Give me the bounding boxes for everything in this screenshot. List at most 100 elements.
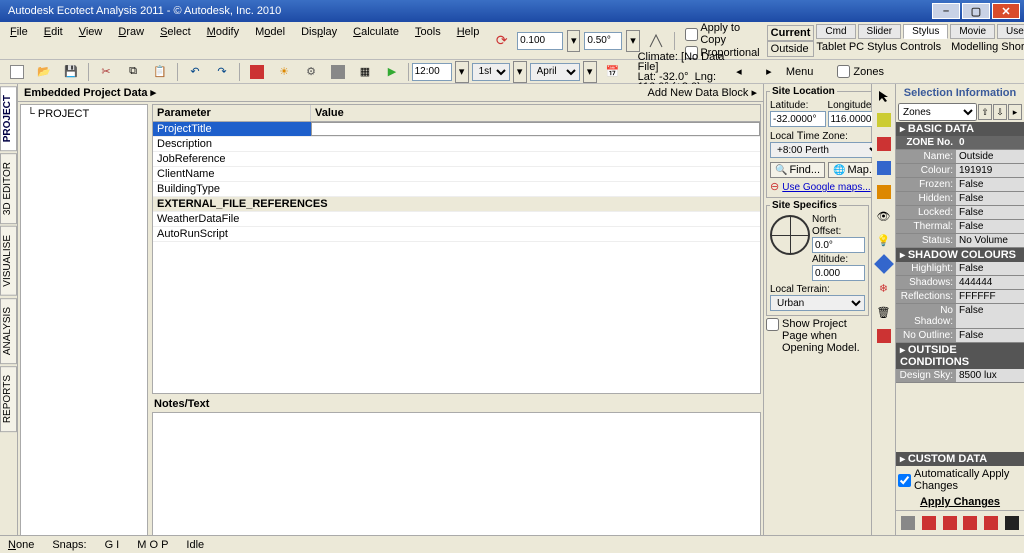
- row-client[interactable]: ClientName: [153, 167, 760, 182]
- show-project-check[interactable]: Show Project Page when Opening Model.: [766, 318, 869, 354]
- row-status[interactable]: Status:No Volume: [896, 234, 1024, 248]
- calc-icon[interactable]: [245, 61, 269, 83]
- row-buildingtype[interactable]: BuildingType: [153, 182, 760, 197]
- vtab-3d-editor[interactable]: 3D EDITOR: [0, 153, 17, 224]
- row-design-sky[interactable]: Design Sky:8500 lux: [896, 369, 1024, 383]
- notes-textarea[interactable]: [152, 412, 761, 535]
- row-thermal[interactable]: Thermal:False: [896, 220, 1024, 234]
- zones-check[interactable]: Zones: [837, 65, 884, 78]
- month-spin[interactable]: ▾: [583, 61, 597, 83]
- undo-icon[interactable]: ↶: [183, 61, 207, 83]
- copy-icon[interactable]: ⧉: [121, 61, 145, 83]
- menu-tools[interactable]: Tools: [409, 24, 447, 40]
- google-maps-link[interactable]: Use Google maps...: [782, 182, 870, 193]
- vtab-analysis[interactable]: ANALYSIS: [0, 298, 17, 364]
- maximize-button[interactable]: ▢: [962, 3, 990, 19]
- arrow-left-icon[interactable]: ◂: [727, 61, 751, 83]
- tab-movie[interactable]: Movie: [950, 24, 995, 39]
- bi-1[interactable]: [899, 514, 917, 532]
- project-tree[interactable]: └ PROJECT: [20, 104, 148, 535]
- sun-icon[interactable]: ☀: [272, 61, 296, 83]
- row-colour[interactable]: Colour:191919: [896, 164, 1024, 178]
- bi-2[interactable]: [920, 514, 938, 532]
- settings-icon[interactable]: ⚙: [299, 61, 323, 83]
- menu-help[interactable]: Help: [451, 24, 486, 40]
- angle-input[interactable]: [584, 32, 622, 50]
- menu-calculate[interactable]: Calculate: [347, 24, 405, 40]
- minimize-button[interactable]: –: [932, 3, 960, 19]
- menu-select[interactable]: Select: [154, 24, 197, 40]
- current-button[interactable]: Current: [767, 25, 815, 41]
- day-spin[interactable]: ▾: [513, 61, 527, 83]
- apply-changes-button[interactable]: Apply Changes: [920, 496, 1000, 508]
- new-icon[interactable]: [5, 61, 29, 83]
- tz-select[interactable]: +8:00 Perth: [770, 142, 883, 158]
- bi-3[interactable]: [941, 514, 959, 532]
- time-spin[interactable]: ▾: [455, 61, 469, 83]
- menu-modify[interactable]: Modify: [201, 24, 245, 40]
- day-select[interactable]: 1st: [472, 63, 510, 81]
- eye-icon[interactable]: 👁: [874, 206, 894, 226]
- row-project-title[interactable]: ProjectTitle: [153, 122, 760, 137]
- calendar-icon[interactable]: 📅: [601, 61, 625, 83]
- red-icon[interactable]: [874, 134, 894, 154]
- menu-edit[interactable]: Edit: [38, 24, 69, 40]
- offset-input[interactable]: [517, 32, 563, 50]
- zones-select[interactable]: Zones: [898, 103, 977, 121]
- menu-file[interactable]: File: [4, 24, 34, 40]
- tab-user[interactable]: User: [997, 24, 1024, 39]
- add-data-block[interactable]: Add New Data Block ▸: [648, 86, 757, 99]
- bulb-icon[interactable]: 💡: [874, 230, 894, 250]
- row-shadows[interactable]: Shadows:444444: [896, 276, 1024, 290]
- vtab-reports[interactable]: REPORTS: [0, 366, 17, 432]
- north-input[interactable]: [812, 237, 865, 253]
- trash-icon[interactable]: 🗑: [874, 302, 894, 322]
- vtab-project[interactable]: PROJECT: [0, 86, 17, 151]
- status-gi[interactable]: G I: [105, 539, 120, 551]
- snow-icon[interactable]: ❄: [874, 278, 894, 298]
- zone-down[interactable]: ⇩: [993, 104, 1007, 120]
- vtab-visualise[interactable]: VISUALISE: [0, 226, 17, 296]
- row-description[interactable]: Description: [153, 137, 760, 152]
- row-jobref[interactable]: JobReference: [153, 152, 760, 167]
- time-input[interactable]: [412, 63, 452, 81]
- menu-draw[interactable]: Draw: [112, 24, 150, 40]
- row-highlight[interactable]: Highlight:False: [896, 262, 1024, 276]
- menu-display[interactable]: Display: [295, 24, 343, 40]
- tag-icon[interactable]: [874, 110, 894, 130]
- row-frozen[interactable]: Frozen:False: [896, 178, 1024, 192]
- row-no-outline[interactable]: No Outline:False: [896, 329, 1024, 343]
- tab-cmd[interactable]: Cmd: [816, 24, 855, 39]
- grid-icon[interactable]: ▦: [353, 61, 377, 83]
- menu-view[interactable]: View: [73, 24, 109, 40]
- bi-4[interactable]: [961, 514, 979, 532]
- arrow-right-icon[interactable]: ▸: [757, 61, 781, 83]
- bi-5[interactable]: [982, 514, 1000, 532]
- row-locked[interactable]: Locked:False: [896, 206, 1024, 220]
- redo-icon[interactable]: ↷: [210, 61, 234, 83]
- open-icon[interactable]: 📂: [32, 61, 56, 83]
- row-autorun[interactable]: AutoRunScript: [153, 227, 760, 242]
- save-icon[interactable]: 💾: [59, 61, 83, 83]
- row-weather[interactable]: WeatherDataFile: [153, 212, 760, 227]
- tab-stylus[interactable]: Stylus: [903, 24, 948, 39]
- menu-label[interactable]: Menu: [786, 66, 814, 78]
- zone-up[interactable]: ⇧: [978, 104, 992, 120]
- row-reflections[interactable]: Reflections:FFFFFF: [896, 290, 1024, 304]
- orange-icon[interactable]: [874, 182, 894, 202]
- tree-root[interactable]: └ PROJECT: [23, 107, 145, 121]
- terrain-select[interactable]: Urban: [770, 295, 865, 311]
- spin1[interactable]: ▾: [567, 30, 580, 52]
- render-icon[interactable]: ▶: [380, 61, 404, 83]
- zone-expand[interactable]: ▸: [1008, 104, 1022, 120]
- transform-icon[interactable]: ⟳: [490, 30, 513, 52]
- menu-model[interactable]: Model: [249, 24, 291, 40]
- month-select[interactable]: April: [530, 63, 580, 81]
- status-none[interactable]: None: [8, 539, 34, 551]
- snap-icon[interactable]: [645, 30, 668, 52]
- bi-6[interactable]: [1003, 514, 1021, 532]
- blue-icon[interactable]: [874, 158, 894, 178]
- row-hidden[interactable]: Hidden:False: [896, 192, 1024, 206]
- status-mop[interactable]: M O P: [137, 539, 168, 551]
- flag-icon[interactable]: [874, 326, 894, 346]
